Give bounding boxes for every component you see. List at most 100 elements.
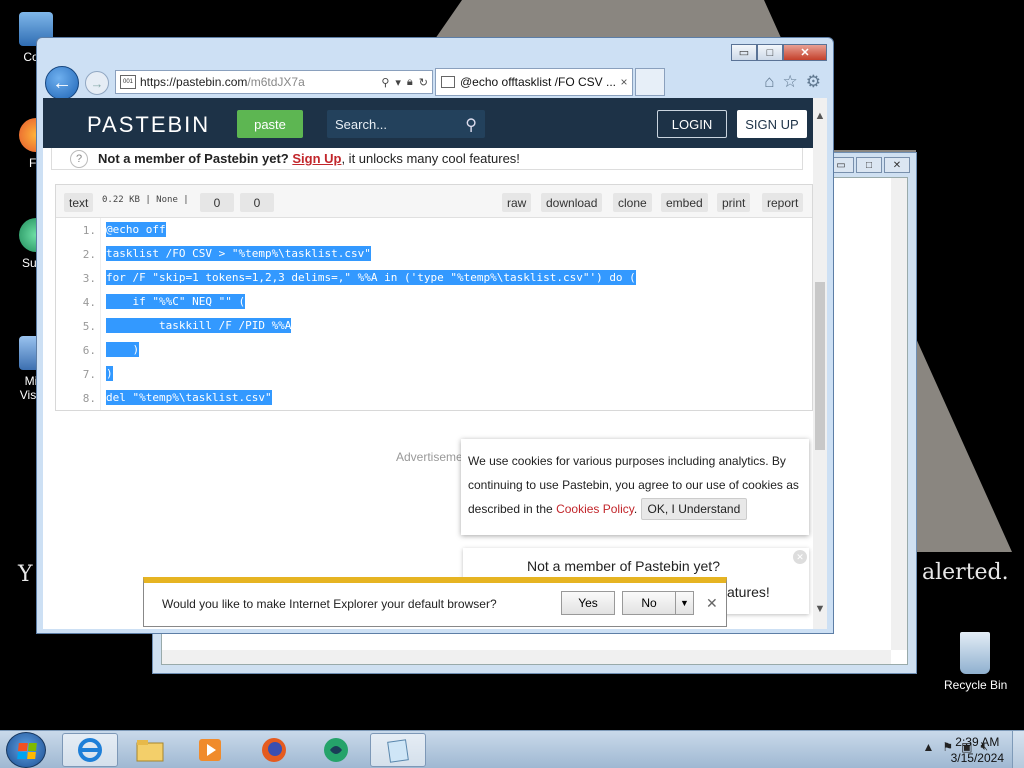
member-popup-title: Not a member of Pastebin yet?: [527, 558, 720, 574]
line-number: 4.: [82, 296, 96, 309]
background-window-controls: ▭ □ ✕: [828, 157, 910, 173]
taskbar-app[interactable]: [308, 733, 364, 767]
new-tab-button[interactable]: [635, 68, 665, 96]
code-line: 7.): [56, 362, 812, 386]
horizontal-scrollbar[interactable]: [162, 650, 891, 664]
url-path: /m6tdJX7a: [247, 75, 305, 89]
member-prompt: Not a member of Pastebin yet?: [98, 151, 289, 166]
code-text: del "%temp%\tasklist.csv": [106, 390, 272, 405]
show-desktop-button[interactable]: [1012, 731, 1024, 768]
report-button[interactable]: report: [762, 193, 804, 212]
maximize-button[interactable]: □: [757, 44, 783, 61]
signup-button[interactable]: SIGN UP: [737, 110, 807, 138]
code-line: 2. tasklist /FO CSV > "%temp%\tasklist.cs…: [56, 242, 812, 266]
internet-explorer-window[interactable]: ▭ □ ✕ ← → 001 https://pastebin.com/m6tdJ…: [36, 37, 834, 634]
login-button[interactable]: LOGIN: [657, 110, 727, 138]
line-number: 6.: [82, 344, 96, 357]
taskbar-media-player[interactable]: [182, 733, 238, 767]
notification-message: Would you like to make Internet Explorer…: [162, 597, 497, 611]
page-content: PASTEBIN paste Search... ⚲ LOGIN SIGN UP…: [43, 98, 827, 629]
tab-favicon-icon: [441, 76, 455, 88]
cookie-text-end: .: [633, 502, 641, 516]
line-number: 1.: [82, 224, 96, 237]
pastebin-logo[interactable]: PASTEBIN: [87, 112, 210, 138]
back-button[interactable]: ←: [45, 66, 79, 100]
close-icon[interactable]: ✕: [793, 550, 807, 564]
taskbar-firefox[interactable]: [246, 733, 302, 767]
signup-link[interactable]: Sign Up: [292, 151, 341, 166]
cookie-ok-button[interactable]: OK, I Understand: [640, 498, 748, 520]
clock-time: 2:39 AM: [955, 735, 1000, 749]
code-lines[interactable]: 1. @echo off 2. tasklist /FO CSV > "%temp%…: [56, 218, 812, 410]
close-icon[interactable]: ✕: [884, 157, 910, 173]
rating-down[interactable]: 0: [240, 193, 274, 212]
favorites-star-icon[interactable]: ☆: [783, 72, 798, 92]
print-button[interactable]: print: [717, 193, 751, 212]
internet-explorer-icon: [78, 738, 102, 762]
navigation-bar: ← → 001 https://pastebin.com/m6tdJX7a ⚲ …: [43, 66, 827, 100]
desktop-icon-recycle-bin[interactable]: Recycle Bin: [944, 632, 1008, 692]
line-number: 2.: [82, 248, 96, 261]
start-button[interactable]: [6, 732, 46, 768]
taskbar-internet-explorer[interactable]: [62, 733, 118, 767]
desktop-icon-label: Recycle Bin: [944, 678, 1008, 692]
pastebin-header: PASTEBIN paste Search... ⚲ LOGIN SIGN UP: [43, 98, 813, 148]
cookie-consent: We use cookies for various purposes incl…: [461, 439, 809, 535]
address-bar[interactable]: 001 https://pastebin.com/m6tdJX7a ⚲ ▾ 🔒︎…: [115, 70, 433, 94]
paste-button[interactable]: paste: [237, 110, 303, 138]
paste-meta: 0.22 KB | None |: [102, 195, 189, 205]
lock-icon[interactable]: 🔒︎: [407, 76, 413, 89]
browser-tab[interactable]: @echo offtasklist /FO CSV ... ×: [435, 68, 633, 96]
minimize-button[interactable]: ▭: [731, 44, 757, 61]
code-text: ): [106, 342, 140, 357]
code-line: 6. ): [56, 338, 812, 362]
refresh-icon[interactable]: ↻: [419, 76, 428, 89]
windows-logo-icon: [17, 743, 37, 759]
app-icon: [324, 738, 348, 762]
line-number: 8.: [82, 392, 96, 405]
home-icon[interactable]: ⌂: [764, 72, 774, 92]
no-button[interactable]: No ▼: [622, 591, 694, 615]
page-scrollbar[interactable]: ▲ ▼: [813, 98, 827, 629]
yes-button[interactable]: Yes: [561, 591, 615, 615]
scroll-down-icon[interactable]: ▼: [813, 603, 827, 615]
scrollbar-thumb[interactable]: [815, 282, 825, 450]
taskbar-notepad[interactable]: [370, 733, 426, 767]
search-icon[interactable]: ⚲: [381, 76, 389, 89]
code-text: @echo off: [106, 222, 166, 237]
code-line: 3. for /F "skip=1 tokens=1,2,3 delims=," …: [56, 266, 812, 290]
vertical-scrollbar[interactable]: [891, 178, 907, 650]
code-toolbar: text 0.22 KB | None | 0 0 raw download c…: [56, 185, 812, 218]
code-line: 4. if "%%C" NEQ "" (: [56, 290, 812, 314]
taskbar-file-explorer[interactable]: [122, 733, 178, 767]
clone-button[interactable]: clone: [613, 193, 652, 212]
cookies-policy-link[interactable]: Cookies Policy: [556, 502, 634, 516]
tab-close-icon[interactable]: ×: [616, 75, 632, 89]
settings-gear-icon[interactable]: ⚙: [806, 72, 821, 92]
syntax-tag[interactable]: text: [64, 193, 94, 212]
forward-button[interactable]: →: [85, 71, 109, 95]
dropdown-icon[interactable]: ▾: [395, 76, 401, 89]
wallpaper-text-left: Y: [18, 562, 33, 587]
address-tools: ⚲ ▾ 🔒︎ ↻: [381, 76, 432, 89]
search-placeholder: Search...: [335, 116, 388, 132]
raw-button[interactable]: raw: [502, 193, 532, 212]
code-line: 8. del "%temp%\tasklist.csv": [56, 386, 812, 410]
rating-up[interactable]: 0: [200, 193, 234, 212]
clock[interactable]: 2:39 AM 3/15/2024: [951, 734, 1004, 766]
advertisement-label: Advertiseme: [396, 450, 463, 464]
code-text: ): [106, 366, 113, 381]
download-button[interactable]: download: [541, 193, 603, 212]
line-number: 3.: [82, 272, 96, 285]
maximize-icon[interactable]: □: [856, 157, 882, 173]
close-button[interactable]: ✕: [783, 44, 827, 61]
show-hidden-icons-icon[interactable]: ▲: [922, 740, 934, 754]
line-number: 7.: [82, 368, 96, 381]
embed-button[interactable]: embed: [661, 193, 708, 212]
scroll-up-icon[interactable]: ▲: [813, 110, 827, 122]
close-icon[interactable]: ✕: [706, 595, 718, 612]
search-icon[interactable]: ⚲: [465, 115, 477, 135]
question-icon: ?: [70, 149, 88, 168]
chevron-down-icon[interactable]: ▼: [675, 592, 693, 614]
search-input[interactable]: Search... ⚲: [327, 110, 485, 138]
